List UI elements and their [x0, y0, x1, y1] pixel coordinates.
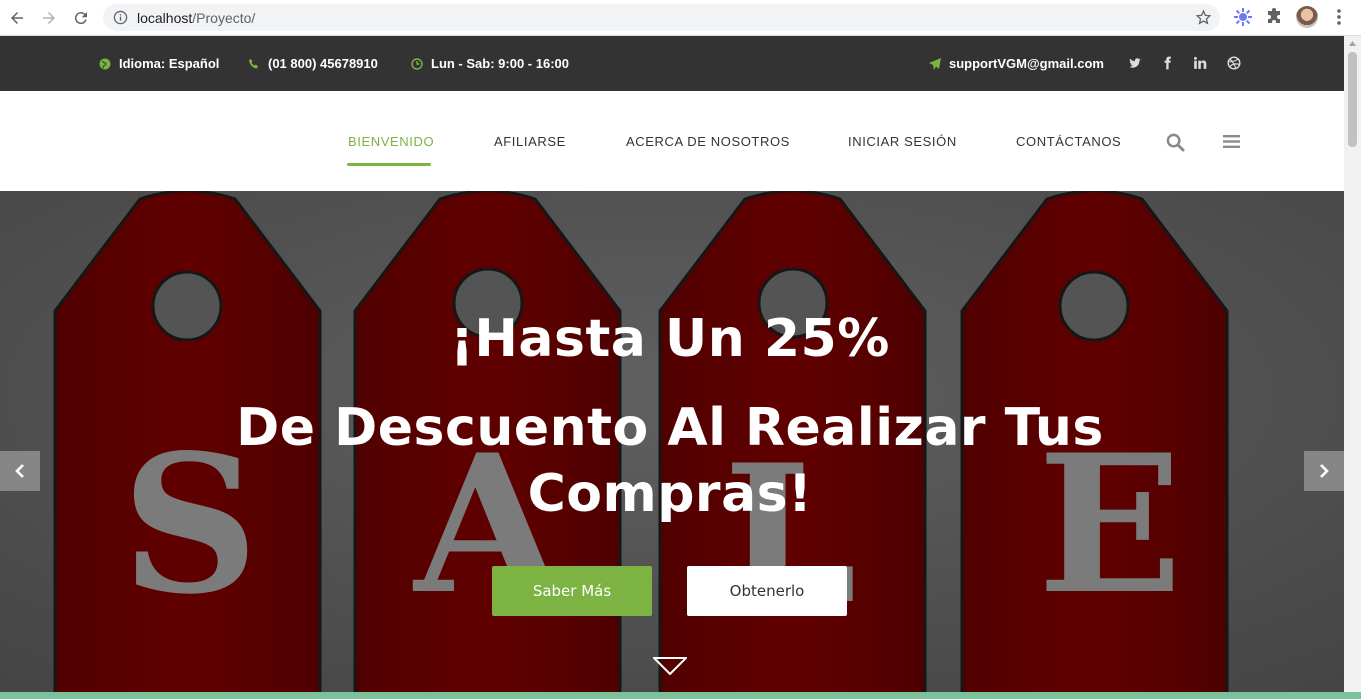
email-text: supportVGM@gmail.com	[949, 56, 1104, 71]
linkedin-icon[interactable]	[1193, 56, 1207, 70]
obtenerlo-button[interactable]: Obtenerlo	[687, 566, 847, 616]
nav-item-acerca[interactable]: ACERCA DE NOSOTROS	[626, 134, 790, 149]
language-label: Idioma: Español	[119, 56, 220, 71]
info-icon	[113, 10, 128, 25]
url-path: /Proyecto/	[192, 10, 256, 26]
hero-slider: S A L E ¡Hasta Un 25% De Descuento Al Re…	[0, 191, 1344, 699]
active-nav-indicator	[347, 163, 431, 166]
url-host: localhost	[137, 10, 193, 26]
hamburger-menu-icon[interactable]	[1223, 134, 1240, 149]
language-selector[interactable]: Idioma: Español	[99, 56, 219, 71]
search-icon[interactable]	[1166, 133, 1185, 152]
hero-headline-line2: De Descuento Al Realizar Tus Compras!	[0, 395, 1340, 527]
phone-info: (01 800) 45678910	[248, 56, 378, 71]
hero-headline-line1: ¡Hasta Un 25%	[450, 309, 890, 369]
nav-item-iniciar-sesion[interactable]: INICIAR SESIÓN	[848, 134, 957, 149]
reload-icon	[74, 12, 87, 25]
back-button[interactable]	[5, 6, 29, 30]
chevron-left-icon	[15, 464, 24, 478]
nav-item-contactanos[interactable]: CONTÁCTANOS	[1016, 134, 1121, 149]
email-link[interactable]: supportVGM@gmail.com	[929, 56, 1104, 71]
address-bar[interactable]: localhost/Proyecto/	[103, 4, 1220, 31]
url-text: localhost/Proyecto/	[137, 10, 255, 26]
browser-toolbar: localhost/Proyecto/	[0, 0, 1361, 36]
arrow-right-icon	[43, 12, 55, 24]
scroll-up-arrow-icon[interactable]	[1348, 40, 1357, 48]
hero-headline-line2b: Compras!	[527, 464, 813, 524]
nav-item-bienvenido[interactable]: BIENVENIDO	[348, 134, 434, 149]
extensions-puzzle-icon[interactable]	[1265, 7, 1285, 27]
main-header: BIENVENIDO AFILIARSE ACERCA DE NOSOTROS …	[0, 91, 1344, 191]
reload-button[interactable]	[69, 6, 93, 30]
page-scrollbar[interactable]	[1344, 36, 1361, 699]
phone-number: (01 800) 45678910	[268, 56, 378, 71]
phone-icon	[249, 58, 258, 68]
kebab-menu-icon[interactable]	[1332, 8, 1346, 26]
nav-item-afiliarse[interactable]: AFILIARSE	[494, 134, 566, 149]
twitter-icon[interactable]	[1128, 56, 1142, 70]
arrow-left-icon	[11, 12, 23, 24]
globe-icon	[99, 58, 111, 69]
hero-headline-line2a: De Descuento Al Realizar Tus	[236, 398, 1104, 458]
scrollbar-thumb[interactable]	[1348, 52, 1357, 147]
clock-icon	[411, 57, 423, 70]
slider-next-button[interactable]	[1304, 451, 1344, 491]
top-info-bar: Idioma: Español (01 800) 45678910 Lun - …	[0, 36, 1344, 91]
profile-avatar[interactable]	[1296, 6, 1318, 28]
bookmark-star-icon[interactable]	[1195, 9, 1212, 26]
scroll-down-triangle-icon[interactable]	[653, 657, 687, 675]
dribbble-icon[interactable]	[1227, 56, 1241, 70]
extension-sun-icon[interactable]	[1233, 7, 1253, 27]
facebook-icon[interactable]	[1161, 56, 1175, 70]
saber-mas-button[interactable]: Saber Más	[492, 566, 652, 616]
send-icon	[929, 57, 941, 70]
chevron-right-icon	[1320, 464, 1329, 478]
os-taskbar-strip	[0, 692, 1361, 699]
slider-prev-button[interactable]	[0, 451, 40, 491]
hours-info: Lun - Sab: 9:00 - 16:00	[411, 56, 569, 71]
hours-text: Lun - Sab: 9:00 - 16:00	[431, 56, 569, 71]
forward-button[interactable]	[37, 6, 61, 30]
